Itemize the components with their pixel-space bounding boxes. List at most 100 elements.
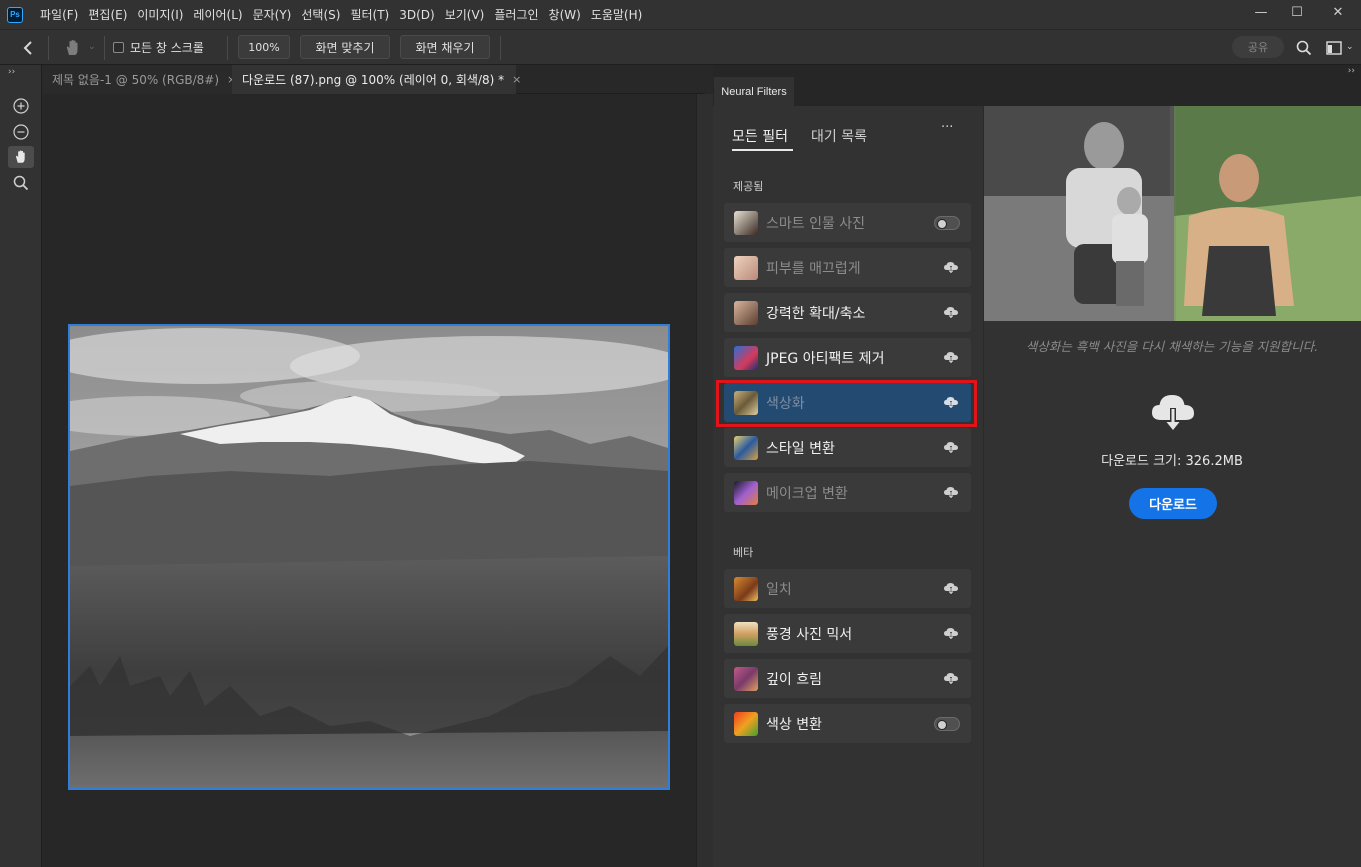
super-zoom-thumbnail [734,300,758,325]
filter-skin-smoothing[interactable]: 피부를 매끄럽게 [724,248,971,287]
hand-tool-icon[interactable] [8,146,34,168]
tools-panel: ›› [0,65,42,867]
menu-edit[interactable]: 편집(E) [83,6,132,23]
filter-label: 일치 [766,581,792,598]
menu-image[interactable]: 이미지(I) [132,6,188,23]
filter-toggle-switch[interactable] [934,216,960,230]
zoom-in-icon[interactable] [8,95,34,117]
filter-jpeg-artifacts-removal[interactable]: JPEG 아티팩트 제거 [724,338,971,377]
filter-label: 메이크업 변환 [766,485,848,502]
cloud-download-icon[interactable] [943,440,959,454]
menu-type[interactable]: 문자(Y) [248,6,297,23]
cloud-download-icon[interactable] [943,305,959,319]
cloud-download-icon[interactable] [943,671,959,685]
document-tab-title: 다운로드 (87).png @ 100% (레이어 0, 회색/8) * [242,73,505,87]
smart-portrait-thumbnail [734,210,758,235]
zoom-out-icon[interactable] [8,121,34,143]
divider [500,36,501,60]
filter-depth-blur[interactable]: 깊이 흐림 [724,659,971,698]
document-tab[interactable]: 제목 없음-1 @ 50% (RGB/8#) × [42,65,236,94]
back-arrow-icon[interactable] [20,39,38,57]
tool-preset-chevron-icon[interactable]: ⌄ [88,42,96,52]
filter-color-transfer[interactable]: 색상 변환 [724,704,971,743]
zoom-100-button[interactable]: 100% [238,35,290,59]
menu-filter[interactable]: 필터(T) [345,6,394,23]
filter-label: 풍경 사진 믹서 [766,626,853,643]
search-icon[interactable] [1295,39,1313,57]
menu-view[interactable]: 보기(V) [440,6,490,23]
menu-plugins[interactable]: 플러그인 [489,6,543,23]
download-button[interactable]: 다운로드 [1129,488,1217,519]
menu-3d[interactable]: 3D(D) [394,8,439,22]
landscape-mixer-thumbnail [734,621,758,646]
options-bar: ⌄ 모든 창 스크롤 100% 화면 맞추기 화면 채우기 공유 ⌄ [0,29,1361,65]
collapse-panel-icon[interactable]: ›› [1348,66,1355,76]
makeup-transfer-thumbnail [734,480,758,505]
download-size-label: 다운로드 크기: 326.2MB [1101,454,1243,469]
hand-tool-icon[interactable] [62,37,84,59]
filter-label: JPEG 아티팩트 제거 [766,350,885,367]
scroll-all-windows-label: 모든 창 스크롤 [130,41,204,55]
photoshop-logo-icon: Ps [7,6,23,23]
fit-screen-button[interactable]: 화면 맞추기 [300,35,390,59]
menu-bar: Ps 파일(F) 편집(E) 이미지(I) 레이어(L) 문자(Y) 선택(S)… [0,0,1361,29]
cloud-download-icon[interactable] [943,260,959,274]
filter-description: 색상화는 흑백 사진을 다시 채색하는 기능을 지원합니다. [1025,339,1319,354]
scroll-all-windows-checkbox[interactable] [113,42,124,53]
mountain-landscape-image [70,326,668,788]
cloud-download-icon [1149,390,1197,436]
document-tabs: 제목 없음-1 @ 50% (RGB/8#) × 다운로드 (87).png @… [42,65,705,94]
divider [104,36,105,60]
maximize-button[interactable]: ☐ [1279,0,1315,24]
menu-help[interactable]: 도움말(H) [586,6,648,23]
filter-landscape-mixer[interactable]: 풍경 사진 믹서 [724,614,971,653]
filter-smart-portrait[interactable]: 스마트 인물 사진 [724,203,971,242]
active-tab-underline [732,149,793,151]
vertical-scrollbar[interactable] [696,94,713,867]
share-button[interactable]: 공유 [1232,36,1284,58]
menu-select[interactable]: 선택(S) [296,6,345,23]
filter-label: 강력한 확대/축소 [766,305,866,322]
cloud-download-icon[interactable] [943,485,959,499]
tab-waitlist[interactable]: 대기 목록 [811,126,867,146]
section-label-featured: 제공됨 [733,180,764,193]
filter-label: 스마트 인물 사진 [766,215,866,232]
filter-label: 색상 변환 [766,716,822,733]
zoom-tool-icon[interactable] [8,172,34,194]
panel-tab-bar: ›› [713,65,1361,106]
workspace-chevron-icon[interactable]: ⌄ [1346,42,1354,52]
jpeg-artifacts-thumbnail [734,345,758,370]
filter-makeup-transfer[interactable]: 메이크업 변환 [724,473,971,512]
tab-neural-filters[interactable]: Neural Filters [714,77,794,106]
filter-list-pane: 모든 필터 대기 목록 ··· 제공됨 스마트 인물 사진 피부를 매끄럽게 강… [713,106,983,867]
harmonization-thumbnail [734,576,758,601]
color-transfer-thumbnail [734,711,758,736]
filter-style-transfer[interactable]: 스타일 변환 [724,428,971,467]
fill-screen-button[interactable]: 화면 채우기 [400,35,490,59]
more-options-icon[interactable]: ··· [941,120,953,135]
close-tab-icon[interactable]: × [512,73,521,86]
cloud-download-icon[interactable] [943,581,959,595]
highlight-frame [716,380,977,427]
divider [227,36,228,60]
workspace-icon[interactable] [1325,39,1343,57]
filter-label: 스타일 변환 [766,440,835,457]
cloud-download-icon[interactable] [943,626,959,640]
filter-toggle-switch[interactable] [934,717,960,731]
document-image[interactable] [68,324,670,790]
menu-window[interactable]: 창(W) [544,6,586,23]
close-window-button[interactable]: ✕ [1315,0,1361,24]
cloud-download-icon[interactable] [943,350,959,364]
divider [48,36,49,60]
filter-super-zoom[interactable]: 강력한 확대/축소 [724,293,971,332]
collapse-panel-icon[interactable]: ›› [8,67,15,77]
filter-label: 피부를 매끄럽게 [766,260,861,277]
menu-file[interactable]: 파일(F) [35,6,83,23]
document-tab-active[interactable]: 다운로드 (87).png @ 100% (레이어 0, 회색/8) * × [232,65,521,94]
skin-smoothing-thumbnail [734,255,758,280]
filter-harmonization[interactable]: 일치 [724,569,971,608]
tab-all-filters[interactable]: 모든 필터 [732,126,788,146]
menu-layer[interactable]: 레이어(L) [188,6,247,23]
minimize-button[interactable]: — [1243,0,1279,24]
document-tab-title: 제목 없음-1 @ 50% (RGB/8#) [52,73,220,87]
